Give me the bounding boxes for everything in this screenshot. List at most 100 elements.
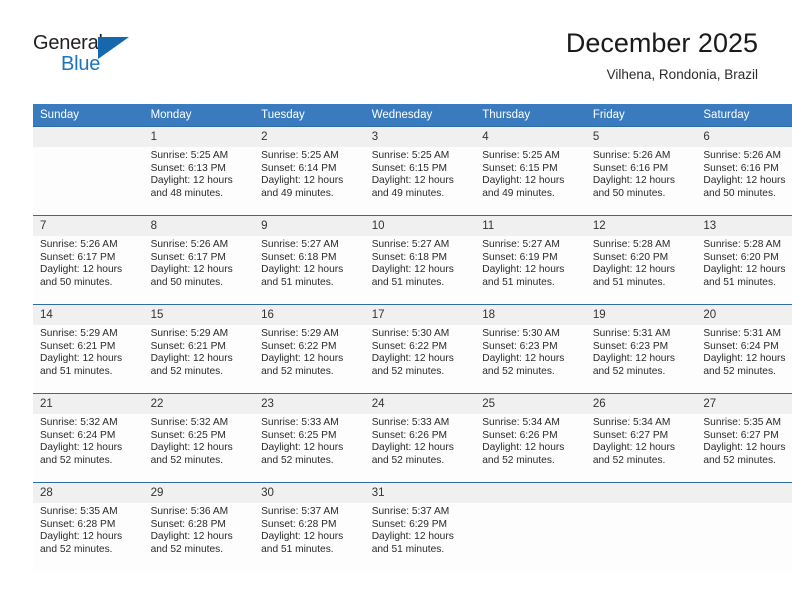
day-daylight2-text: and 52 minutes. <box>261 365 334 377</box>
day-daylight1-text: Daylight: 12 hours <box>371 442 454 454</box>
day-number: 9 <box>254 216 365 236</box>
day-daylight1-text: Daylight: 12 hours <box>40 264 123 276</box>
day-sunrise-text: Sunrise: 5:34 AM <box>482 417 560 428</box>
day-number: 16 <box>254 305 365 325</box>
day-daylight1-text: Daylight: 12 hours <box>261 175 344 187</box>
day-sunrise-text: Sunrise: 5:33 AM <box>371 417 450 428</box>
day-daylight2-text: and 52 minutes. <box>703 454 776 466</box>
calendar-day-cell[interactable]: 3 Sunrise: 5:25 AM Sunset: 6:15 PM Daylight… <box>364 126 476 215</box>
calendar-day-cell[interactable]: 15 Sunrise: 5:29 AM Sunset: 6:21 PM Dayligh… <box>143 304 255 393</box>
day-daylight2-text: and 50 minutes. <box>703 187 776 199</box>
day-cell-inner: 19 Sunrise: 5:31 AM Sunset: 6:23 PM Dayligh… <box>585 304 697 393</box>
day-daylight1-text: Daylight: 12 hours <box>482 353 565 365</box>
day-sunset-text: Sunset: 6:25 PM <box>261 429 337 441</box>
day-cell-inner: 6 Sunrise: 5:26 AM Sunset: 6:16 PM Daylight… <box>696 126 792 215</box>
logo-text-blue: Blue <box>61 53 101 75</box>
calendar-day-cell[interactable]: 12 Sunrise: 5:28 AM Sunset: 6:20 PM Dayligh… <box>585 215 697 304</box>
calendar-day-cell[interactable]: 5 Sunrise: 5:26 AM Sunset: 6:16 PM Daylight… <box>585 126 697 215</box>
calendar-day-cell[interactable]: 9 Sunrise: 5:27 AM Sunset: 6:18 PM Daylight… <box>254 215 365 304</box>
day-number: 6 <box>696 127 792 147</box>
day-sunrise-text: Sunrise: 5:25 AM <box>482 150 560 161</box>
day-cell-inner: 9 Sunrise: 5:27 AM Sunset: 6:18 PM Daylight… <box>254 215 365 304</box>
day-daylight2-text: and 51 minutes. <box>40 365 113 377</box>
calendar-page: General Blue December 2025 Vilhena, Rond… <box>0 0 792 612</box>
calendar-day-cell[interactable]: 26 Sunrise: 5:34 AM Sunset: 6:27 PM Dayligh… <box>585 393 697 482</box>
day-daylight1-text: Daylight: 12 hours <box>261 353 344 365</box>
day-number: 12 <box>585 216 697 236</box>
day-number: 29 <box>143 483 255 503</box>
calendar-day-cell[interactable]: 28 Sunrise: 5:35 AM Sunset: 6:28 PM Dayligh… <box>33 482 144 571</box>
day-daylight2-text: and 48 minutes. <box>150 187 224 199</box>
day-details: Sunrise: 5:25 AM Sunset: 6:15 PM Daylight:… <box>475 147 586 200</box>
day-sunset-text: Sunset: 6:22 PM <box>371 340 448 352</box>
calendar-day-cell[interactable]: 27 Sunrise: 5:35 AM Sunset: 6:27 PM Dayligh… <box>696 393 792 482</box>
day-daylight1-text: Daylight: 12 hours <box>371 264 454 276</box>
day-sunset-text: Sunset: 6:18 PM <box>261 251 337 263</box>
day-number: 8 <box>143 216 255 236</box>
day-sunrise-text: Sunrise: 5:32 AM <box>40 417 118 428</box>
calendar-day-cell[interactable]: 23 Sunrise: 5:33 AM Sunset: 6:25 PM Dayligh… <box>254 393 365 482</box>
day-sunrise-text: Sunrise: 5:28 AM <box>592 239 671 250</box>
calendar-day-cell[interactable]: 25 Sunrise: 5:34 AM Sunset: 6:26 PM Dayligh… <box>475 393 586 482</box>
calendar-day-cell[interactable]: 30 Sunrise: 5:37 AM Sunset: 6:28 PM Dayligh… <box>254 482 365 571</box>
calendar-day-cell[interactable]: 6 Sunrise: 5:26 AM Sunset: 6:16 PM Daylight… <box>696 126 792 215</box>
day-daylight1-text: Daylight: 12 hours <box>40 531 123 543</box>
calendar-day-cell[interactable]: 2 Sunrise: 5:25 AM Sunset: 6:14 PM Daylight… <box>254 126 365 215</box>
calendar-day-cell-empty <box>33 126 144 215</box>
day-cell-inner: 22 Sunrise: 5:32 AM Sunset: 6:25 PM Dayligh… <box>143 393 255 482</box>
calendar-day-cell[interactable]: 13 Sunrise: 5:28 AM Sunset: 6:20 PM Dayligh… <box>696 215 792 304</box>
day-number <box>696 483 792 503</box>
day-number: 20 <box>696 305 792 325</box>
general-blue-logo[interactable]: General Blue <box>33 32 153 84</box>
calendar-day-cell[interactable]: 7 Sunrise: 5:26 AM Sunset: 6:17 PM Daylight… <box>33 215 144 304</box>
calendar-day-cell[interactable]: 14 Sunrise: 5:29 AM Sunset: 6:21 PM Dayligh… <box>33 304 144 393</box>
day-daylight1-text: Daylight: 12 hours <box>371 353 454 365</box>
day-cell-inner <box>33 126 144 215</box>
day-details: Sunrise: 5:32 AM Sunset: 6:25 PM Daylight:… <box>144 414 255 467</box>
day-sunset-text: Sunset: 6:26 PM <box>371 429 448 441</box>
day-daylight2-text: and 51 minutes. <box>371 276 445 288</box>
day-daylight1-text: Daylight: 12 hours <box>261 531 344 543</box>
day-sunset-text: Sunset: 6:16 PM <box>592 162 669 174</box>
calendar-day-cell[interactable]: 29 Sunrise: 5:36 AM Sunset: 6:28 PM Dayligh… <box>143 482 255 571</box>
day-details: Sunrise: 5:34 AM Sunset: 6:27 PM Daylight:… <box>586 414 697 467</box>
page-title: December 2025 <box>565 28 758 58</box>
day-sunrise-text: Sunrise: 5:29 AM <box>150 328 229 339</box>
calendar-day-cell[interactable]: 31 Sunrise: 5:37 AM Sunset: 6:29 PM Dayligh… <box>364 482 476 571</box>
day-cell-inner: 11 Sunrise: 5:27 AM Sunset: 6:19 PM Dayligh… <box>475 215 586 304</box>
day-details: Sunrise: 5:25 AM Sunset: 6:14 PM Daylight:… <box>254 147 365 200</box>
day-sunrise-text: Sunrise: 5:36 AM <box>150 506 229 517</box>
calendar-day-cell-empty <box>585 482 697 571</box>
calendar-day-cell[interactable]: 22 Sunrise: 5:32 AM Sunset: 6:25 PM Dayligh… <box>143 393 255 482</box>
calendar-day-cell[interactable]: 1 Sunrise: 5:25 AM Sunset: 6:13 PM Daylight… <box>143 126 255 215</box>
day-number: 23 <box>254 394 365 414</box>
day-number: 11 <box>475 216 586 236</box>
calendar-day-cell[interactable]: 10 Sunrise: 5:27 AM Sunset: 6:18 PM Dayligh… <box>364 215 476 304</box>
calendar-day-cell[interactable]: 24 Sunrise: 5:33 AM Sunset: 6:26 PM Dayligh… <box>364 393 476 482</box>
calendar-day-cell[interactable]: 4 Sunrise: 5:25 AM Sunset: 6:15 PM Daylight… <box>475 126 586 215</box>
day-cell-inner: 17 Sunrise: 5:30 AM Sunset: 6:22 PM Dayligh… <box>364 304 476 393</box>
day-details: Sunrise: 5:35 AM Sunset: 6:27 PM Daylight:… <box>696 414 792 467</box>
calendar-day-cell[interactable]: 17 Sunrise: 5:30 AM Sunset: 6:22 PM Dayligh… <box>364 304 476 393</box>
calendar-day-cell[interactable]: 19 Sunrise: 5:31 AM Sunset: 6:23 PM Dayligh… <box>585 304 697 393</box>
day-details: Sunrise: 5:33 AM Sunset: 6:26 PM Daylight:… <box>365 414 476 467</box>
calendar-day-cell[interactable]: 8 Sunrise: 5:26 AM Sunset: 6:17 PM Daylight… <box>143 215 255 304</box>
calendar-day-cell[interactable]: 21 Sunrise: 5:32 AM Sunset: 6:24 PM Dayligh… <box>33 393 144 482</box>
weekday-header-thursday: Thursday <box>475 104 586 126</box>
day-cell-inner: 29 Sunrise: 5:36 AM Sunset: 6:28 PM Dayligh… <box>143 482 255 571</box>
day-cell-inner: 2 Sunrise: 5:25 AM Sunset: 6:14 PM Daylight… <box>254 126 365 215</box>
calendar-day-cell[interactable]: 18 Sunrise: 5:30 AM Sunset: 6:23 PM Dayligh… <box>475 304 586 393</box>
day-daylight2-text: and 52 minutes. <box>40 454 113 466</box>
day-number: 26 <box>585 394 697 414</box>
day-sunset-text: Sunset: 6:17 PM <box>40 251 116 263</box>
page-subtitle: Vilhena, Rondonia, Brazil <box>606 67 758 82</box>
calendar-day-cell[interactable]: 20 Sunrise: 5:31 AM Sunset: 6:24 PM Dayligh… <box>696 304 792 393</box>
day-sunrise-text: Sunrise: 5:34 AM <box>592 417 671 428</box>
day-number: 15 <box>143 305 255 325</box>
day-cell-inner: 13 Sunrise: 5:28 AM Sunset: 6:20 PM Dayligh… <box>696 215 792 304</box>
day-number: 1 <box>143 127 255 147</box>
day-daylight1-text: Daylight: 12 hours <box>150 175 233 187</box>
day-number: 5 <box>585 127 697 147</box>
calendar-day-cell[interactable]: 16 Sunrise: 5:29 AM Sunset: 6:22 PM Dayligh… <box>254 304 365 393</box>
calendar-day-cell[interactable]: 11 Sunrise: 5:27 AM Sunset: 6:19 PM Dayligh… <box>475 215 586 304</box>
